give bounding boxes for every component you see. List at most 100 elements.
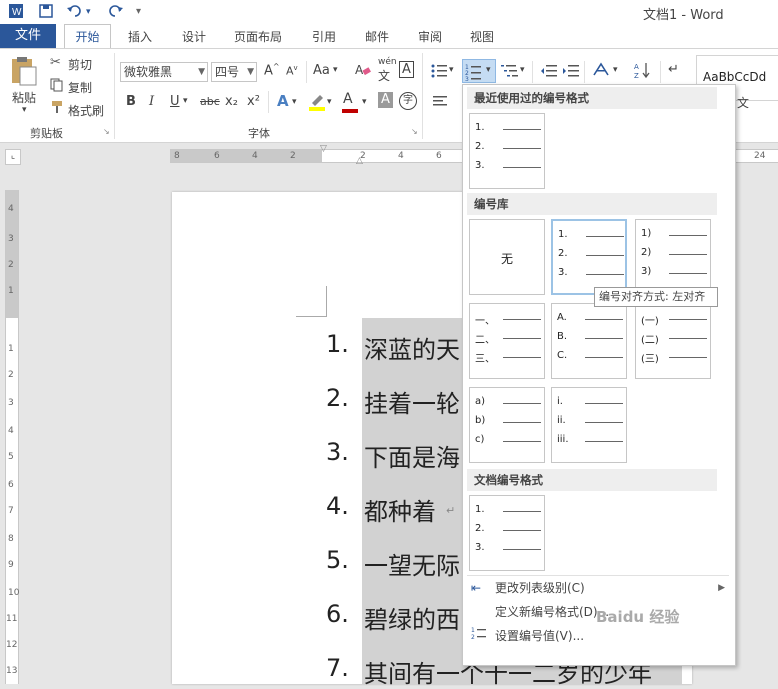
numbering-tile-recent[interactable]: 1. 2. 3. xyxy=(469,113,545,189)
tab-review[interactable]: 审阅 xyxy=(418,28,442,45)
hanging-indent-marker[interactable]: △ xyxy=(356,156,363,166)
paste-button[interactable]: 粘贴 xyxy=(12,89,36,106)
bold-button[interactable]: B xyxy=(126,94,136,109)
chinese-layout-icon[interactable] xyxy=(592,61,612,83)
char-border-button[interactable]: A xyxy=(399,61,414,78)
undo-icon[interactable] xyxy=(66,3,84,23)
ruler-mark: 4 xyxy=(398,151,404,161)
show-marks-icon[interactable]: ↵ xyxy=(668,62,679,77)
clipboard-launcher-icon[interactable]: ↘ xyxy=(103,127,110,136)
ruler-mark: 24 xyxy=(754,151,766,161)
list-item-text[interactable]: 都种着 xyxy=(364,492,436,527)
format-painter-button[interactable]: 格式刷 xyxy=(68,102,104,119)
tile-number: iii. xyxy=(557,434,569,445)
chinese-layout-dropdown-icon[interactable]: ▾ xyxy=(613,65,618,75)
tab-home[interactable]: 开始 xyxy=(64,24,111,48)
font-size-combo[interactable]: 四号 ▼ xyxy=(211,62,257,82)
increase-indent-icon[interactable] xyxy=(562,63,580,83)
ruler-mark: 12 xyxy=(6,640,18,650)
copy-button[interactable]: 复制 xyxy=(68,79,92,96)
paste-icon[interactable] xyxy=(10,55,38,91)
word-app-icon[interactable]: W xyxy=(8,3,24,23)
tab-design[interactable]: 设计 xyxy=(182,28,206,45)
numbering-tile-arabic-paren[interactable]: 1) 2) 3) xyxy=(635,219,711,295)
cut-icon[interactable]: ✂ xyxy=(50,55,61,70)
align-left-icon[interactable] xyxy=(432,95,448,113)
decrease-indent-icon[interactable] xyxy=(540,63,558,83)
numbering-tile-none[interactable]: 无 xyxy=(469,219,545,295)
svg-text:2: 2 xyxy=(471,634,475,640)
font-color-button[interactable]: A xyxy=(342,91,358,113)
tab-layout[interactable]: 页面布局 xyxy=(234,28,282,45)
copy-icon[interactable] xyxy=(50,78,64,96)
tab-mailings[interactable]: 邮件 xyxy=(365,28,389,45)
tile-line xyxy=(585,422,623,423)
numbering-tile-document[interactable]: 1. 2. 3. xyxy=(469,495,545,571)
shrink-font-icon[interactable]: Av xyxy=(286,64,298,78)
list-item-text[interactable]: 挂着一轮 xyxy=(364,384,460,419)
underline-button[interactable]: U xyxy=(170,94,180,109)
list-number: 3. xyxy=(326,438,349,466)
highlight-dropdown-icon[interactable]: ▾ xyxy=(327,97,332,107)
grow-font-icon[interactable]: A^ xyxy=(264,62,280,78)
numbering-tile-chinese-paren[interactable]: (一) (二) (三) xyxy=(635,303,711,379)
tab-insert[interactable]: 插入 xyxy=(128,28,152,45)
sort-icon[interactable]: AZ xyxy=(634,61,652,83)
clear-format-icon[interactable]: A xyxy=(355,62,371,82)
ruler-mark: 3 xyxy=(8,234,14,244)
enclose-char-button[interactable]: 字 xyxy=(399,92,417,110)
undo-dropdown-icon[interactable]: ▾ xyxy=(86,7,91,17)
tab-file[interactable]: 文件 xyxy=(0,24,56,48)
tab-references[interactable]: 引用 xyxy=(312,28,336,45)
highlight-icon[interactable] xyxy=(308,91,326,115)
text-effects-dropdown-icon[interactable]: ▾ xyxy=(292,97,297,107)
svg-text:Z: Z xyxy=(634,72,639,79)
save-icon[interactable] xyxy=(38,3,54,23)
change-case-button[interactable]: Aa xyxy=(313,63,330,78)
phonetic-guide-button[interactable]: wén 文 xyxy=(378,57,397,84)
superscript-button[interactable]: x² xyxy=(247,94,260,109)
first-line-indent-marker[interactable]: ▽ xyxy=(320,144,327,154)
redo-icon[interactable] xyxy=(108,3,124,23)
strikethrough-button[interactable]: abc xyxy=(200,95,220,108)
paste-dropdown-icon[interactable]: ▾ xyxy=(22,105,27,115)
cut-button[interactable]: 剪切 xyxy=(68,56,92,73)
tile-line xyxy=(585,338,623,339)
customize-icon[interactable]: ▾ xyxy=(136,6,141,17)
font-color-dropdown-icon[interactable]: ▾ xyxy=(362,97,367,107)
list-item-text[interactable]: 碧绿的西 xyxy=(364,600,460,635)
numbering-button[interactable]: 123 ▾ xyxy=(462,59,496,83)
font-launcher-icon[interactable]: ↘ xyxy=(411,127,418,136)
tile-line xyxy=(503,549,541,550)
multilevel-dropdown-icon[interactable]: ▾ xyxy=(520,65,525,75)
set-numbering-value-item[interactable]: 12 设置编号值(V)... xyxy=(463,625,735,647)
char-shading-button[interactable]: A xyxy=(378,92,393,108)
style-normal-preview[interactable]: AaBbCcDd xyxy=(703,70,766,84)
ruler-mark: 4 xyxy=(8,204,14,214)
numbering-tile-upper-alpha[interactable]: A. B. C. xyxy=(551,303,627,379)
tab-view[interactable]: 视图 xyxy=(470,28,494,45)
vertical-ruler[interactable]: 4 3 2 1 1 2 3 4 5 6 7 8 9 10 11 12 13 xyxy=(5,190,19,684)
list-item-text[interactable]: 一望无际 xyxy=(364,546,460,581)
change-list-level-item[interactable]: ⇤ 更改列表级别(C) ▶ xyxy=(463,577,735,599)
format-painter-icon[interactable] xyxy=(50,100,64,118)
underline-dropdown-icon[interactable]: ▾ xyxy=(183,96,188,106)
ruler-mark: 11 xyxy=(6,614,18,624)
multilevel-list-icon[interactable] xyxy=(500,63,520,83)
tab-selector-icon[interactable]: ⌞ xyxy=(5,149,21,165)
list-item-text[interactable]: 下面是海 xyxy=(364,438,460,473)
svg-text:W: W xyxy=(12,7,22,18)
numbering-tile-lower-alpha[interactable]: a) b) c) xyxy=(469,387,545,463)
numbering-tile-arabic-dot[interactable]: 1. 2. 3. xyxy=(551,219,627,295)
numbering-tile-chinese-comma[interactable]: 一、 二、 三、 xyxy=(469,303,545,379)
subscript-button[interactable]: x₂ xyxy=(225,94,238,109)
font-name-combo[interactable]: 微软雅黑 ▼ xyxy=(120,62,208,82)
italic-button[interactable]: I xyxy=(149,94,154,109)
list-item-text[interactable]: 深蓝的天 xyxy=(364,330,460,365)
numbering-tile-lower-roman[interactable]: i. ii. iii. xyxy=(551,387,627,463)
bullets-dropdown-icon[interactable]: ▾ xyxy=(449,65,454,75)
text-effects-button[interactable]: A xyxy=(277,92,289,110)
change-case-dropdown-icon[interactable]: ▾ xyxy=(333,65,338,75)
bullets-icon[interactable] xyxy=(430,63,448,83)
font-color-swatch xyxy=(342,109,358,113)
